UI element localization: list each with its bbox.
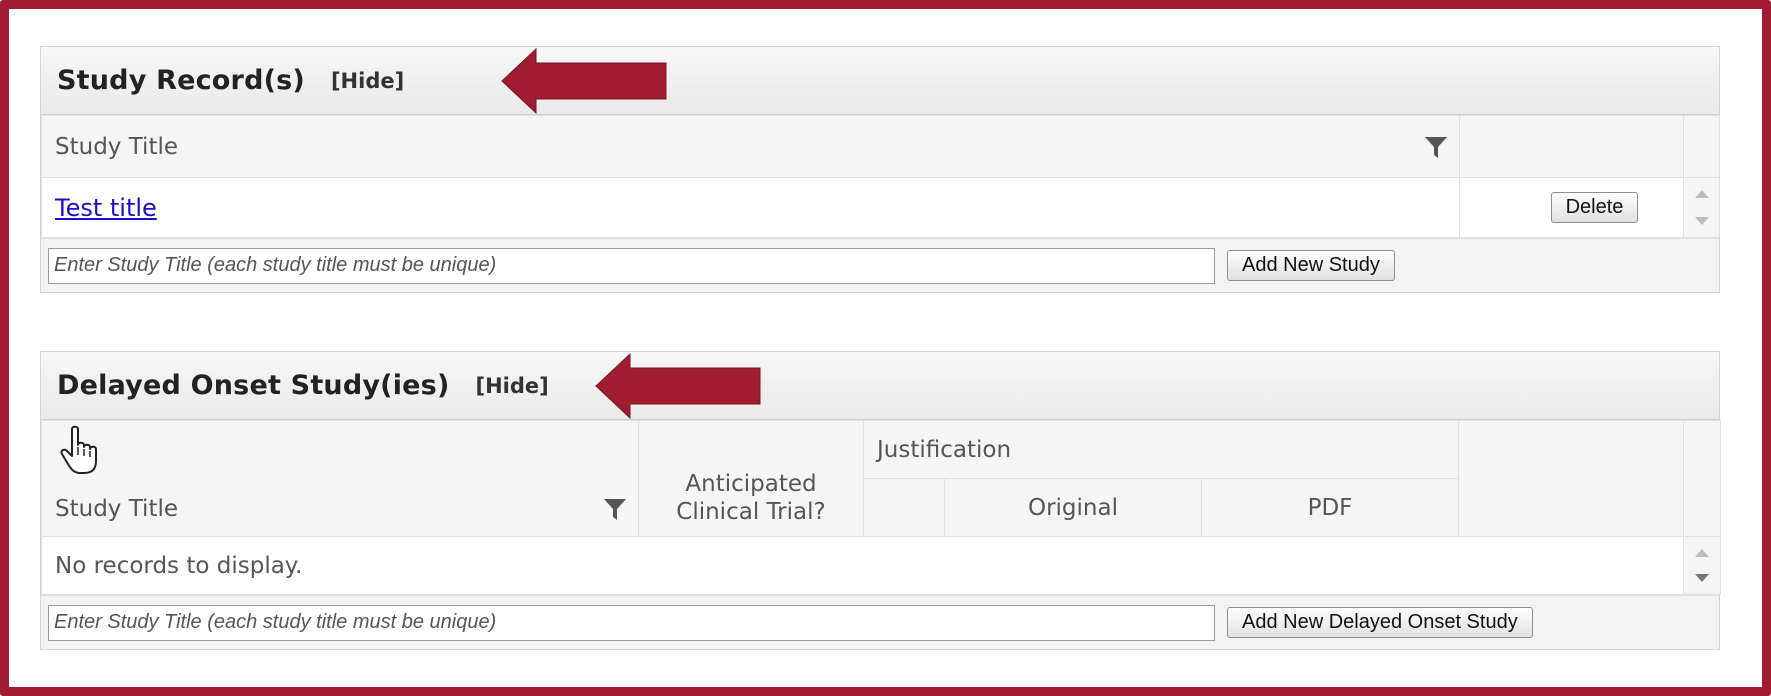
column-header-study-title[interactable]: Study Title bbox=[41, 420, 639, 537]
delayed-onset-hide-link[interactable]: [Hide] bbox=[476, 374, 549, 398]
add-delayed-study-row: Add New Delayed Onset Study bbox=[41, 595, 1719, 649]
delayed-onset-header: Delayed Onset Study(ies) [Hide] bbox=[41, 352, 1719, 420]
column-header-study-title[interactable]: Study Title bbox=[41, 115, 1460, 178]
study-title-link[interactable]: Test title bbox=[55, 194, 157, 222]
study-records-header: Study Record(s) [Hide] bbox=[41, 47, 1719, 115]
column-header-empty bbox=[1458, 420, 1685, 537]
delayed-onset-table: Study Title Anticipated Clinical Trial? … bbox=[40, 420, 1722, 595]
study-records-panel: Study Record(s) [Hide] Study Title Test … bbox=[40, 46, 1720, 293]
filter-icon[interactable] bbox=[602, 496, 628, 522]
column-header-actions bbox=[1459, 115, 1684, 178]
study-title-cell: Test title bbox=[41, 177, 1460, 238]
delayed-study-title-input[interactable] bbox=[48, 604, 1215, 641]
add-new-study-button[interactable]: Add New Study bbox=[1227, 250, 1395, 281]
scrollbar[interactable] bbox=[1683, 536, 1722, 595]
study-records-hide-link[interactable]: [Hide] bbox=[331, 69, 404, 93]
scroll-down-icon[interactable] bbox=[1695, 574, 1710, 582]
column-header-scroll bbox=[1683, 115, 1720, 178]
column-header-scroll bbox=[1683, 420, 1722, 537]
arrow-left-icon bbox=[501, 47, 667, 115]
column-label-study-title: Study Title bbox=[55, 133, 179, 160]
delayed-onset-panel: Delayed Onset Study(ies) [Hide] Study Ti… bbox=[40, 351, 1722, 650]
column-label-study-title: Study Title bbox=[55, 496, 179, 522]
filter-icon[interactable] bbox=[1423, 134, 1449, 160]
no-records-message: No records to display. bbox=[40, 536, 1684, 595]
scroll-down-icon[interactable] bbox=[1694, 217, 1709, 225]
scrollbar[interactable] bbox=[1683, 177, 1720, 238]
column-header-justification-text bbox=[863, 478, 945, 537]
delayed-onset-title: Delayed Onset Study(ies) bbox=[57, 370, 450, 401]
study-records-title: Study Record(s) bbox=[57, 65, 305, 96]
column-header-pdf[interactable]: PDF bbox=[1200, 478, 1460, 537]
add-study-row: Add New Study bbox=[41, 238, 1719, 292]
column-header-justification: Justification bbox=[862, 420, 1460, 479]
scroll-up-icon[interactable] bbox=[1694, 190, 1709, 198]
empty-row: No records to display. bbox=[40, 536, 1722, 595]
delete-cell: Delete bbox=[1459, 177, 1684, 238]
study-records-header-row: Study Title bbox=[41, 115, 1720, 178]
delayed-header-row-1: Study Title Anticipated Clinical Trial? … bbox=[41, 420, 1722, 537]
add-new-delayed-onset-study-button[interactable]: Add New Delayed Onset Study bbox=[1227, 607, 1533, 638]
delete-button[interactable]: Delete bbox=[1550, 192, 1639, 223]
scroll-up-icon[interactable] bbox=[1695, 549, 1710, 557]
study-title-input[interactable] bbox=[48, 247, 1215, 284]
study-records-table: Study Title Test title Delete bbox=[41, 115, 1720, 238]
arrow-left-icon bbox=[595, 352, 761, 420]
column-header-original[interactable]: Original bbox=[944, 478, 1202, 537]
table-row: Test title Delete bbox=[41, 177, 1720, 238]
hand-cursor-icon bbox=[60, 425, 97, 474]
column-header-anticipated[interactable]: Anticipated Clinical Trial? bbox=[638, 420, 864, 537]
